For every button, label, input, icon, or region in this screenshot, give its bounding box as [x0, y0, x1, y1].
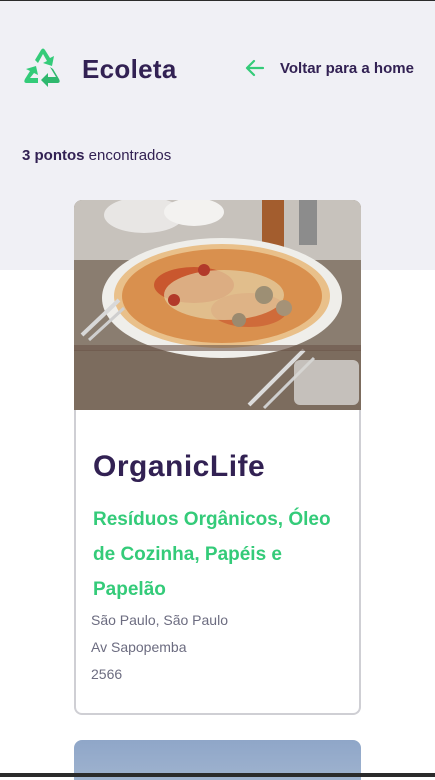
point-card[interactable]: OrganicLife Resíduos Orgânicos, Óleo de … — [74, 200, 361, 715]
back-link-label: Voltar para a home — [280, 59, 414, 77]
window-bottom-border — [0, 773, 435, 777]
arrow-left-icon — [245, 59, 265, 77]
results-count-number: 3 pontos — [22, 147, 85, 164]
results-count-suffix: encontrados — [84, 147, 172, 164]
back-to-home-link[interactable]: Voltar para a home — [244, 57, 414, 79]
point-image — [74, 200, 361, 410]
brand-name[interactable]: Ecoleta — [82, 54, 177, 85]
recycle-icon — [21, 47, 65, 89]
point-city: São Paulo, São Paulo — [91, 612, 228, 628]
results-count: 3 pontos encontrados — [22, 147, 171, 164]
point-address: São Paulo, São Paulo Av Sapopemba 2566 — [91, 607, 228, 688]
point-name: OrganicLife — [93, 450, 266, 483]
page-header: Ecoleta Voltar para a home — [0, 40, 435, 100]
point-items: Resíduos Orgânicos, Óleo de Cozinha, Pap… — [93, 509, 331, 600]
point-number: 2566 — [91, 666, 123, 682]
point-street: Av Sapopemba — [91, 639, 187, 655]
